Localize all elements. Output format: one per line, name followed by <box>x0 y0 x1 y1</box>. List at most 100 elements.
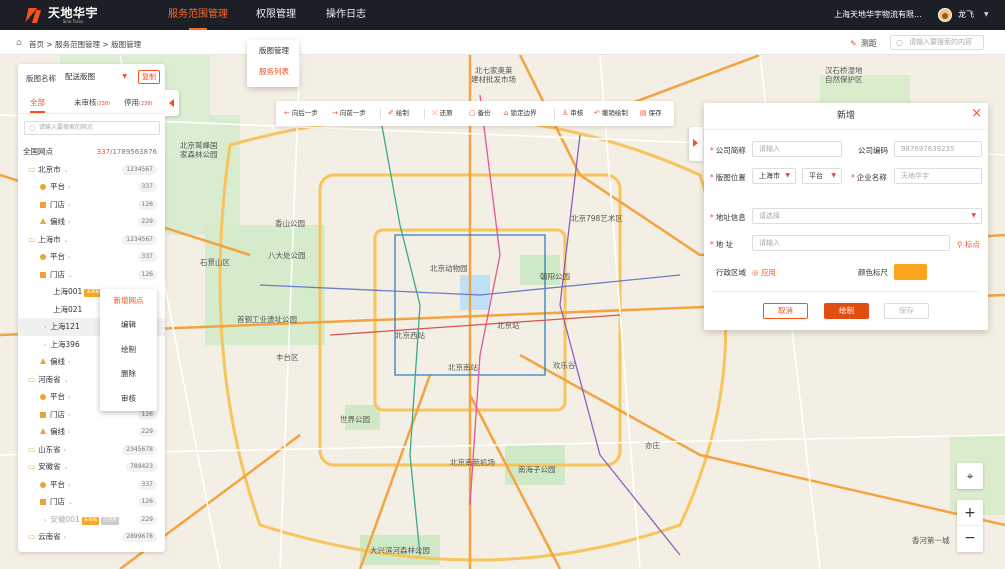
menu-item-delete[interactable]: 删除 <box>100 362 157 386</box>
tree-node-store[interactable]: 门店 ⌄ 126 <box>18 266 165 284</box>
tab-disabled[interactable]: 停用(238) <box>124 97 152 108</box>
collapse-form-button[interactable] <box>689 127 703 161</box>
review-button[interactable]: ♙ 审核 <box>562 101 583 126</box>
username[interactable]: 龙飞 <box>958 0 974 30</box>
close-icon[interactable]: × <box>971 106 982 121</box>
tree-province[interactable]: ▭ 北京市 ⌄ 1234567 <box>18 161 165 179</box>
map-label: 香河第一城 <box>912 536 950 545</box>
backup-button[interactable]: ▢ 备份 <box>469 101 491 126</box>
address-label-text: 地 址 <box>715 240 734 249</box>
outlet-search-input[interactable]: ○ 请输入要搜索的网点 <box>24 121 160 135</box>
tab-all[interactable]: 全部 <box>30 97 45 113</box>
revoke-icon: ↶ <box>594 109 600 117</box>
map-label: 北京动物园 <box>430 264 468 273</box>
redo-button[interactable]: → 向前一步 <box>332 101 366 126</box>
folder-icon: ▭ <box>28 532 36 541</box>
measure-button[interactable]: ✎ 测距 <box>850 38 877 49</box>
menu-item-draw[interactable]: 绘制 <box>100 338 157 362</box>
type-select[interactable]: 平台 ▼ <box>802 168 842 184</box>
tree-node-platform[interactable]: 平台 › 337 <box>18 178 165 196</box>
zoom-controls: + − <box>957 500 983 552</box>
chevron-down-icon[interactable]: ▼ <box>984 0 989 30</box>
tree-node-branch-line[interactable]: 偏线 › 229 <box>18 213 165 231</box>
chevron-down-icon: ⌄ <box>63 464 69 471</box>
copy-button[interactable]: 复制 <box>138 70 160 84</box>
map-label: 自然保护区 <box>825 75 863 84</box>
crosshair-icon: ⌖ <box>966 469 974 483</box>
revoke-draw-button[interactable]: ↶ 撤销绘制 <box>594 101 628 126</box>
address-input[interactable]: 请输入 <box>752 235 950 251</box>
tab-unreviewed[interactable]: 未审核(238) <box>74 97 110 108</box>
home-icon[interactable]: ⌂ <box>16 38 22 48</box>
lock-boundary-button[interactable]: ⌂ 锁定边界 <box>504 101 536 126</box>
enterprise-input[interactable]: 天地华宇 <box>894 168 982 184</box>
status-tabs: 全部 未审核(238) 停用(238) <box>18 94 165 114</box>
tree-outlet-disabled[interactable]: › 安徽001 未审核 已停用 229 <box>18 511 165 529</box>
chevron-right-icon: › <box>44 341 47 349</box>
tab-disabled-count: (238) <box>139 101 153 107</box>
dropdown-item-service-list[interactable]: 服务列表 <box>247 61 299 82</box>
breadcrumb: 首页 > 服务范围管理 > 版图管理 <box>29 40 142 49</box>
avatar[interactable] <box>938 8 952 22</box>
tool-label: 向后一步 <box>291 109 318 117</box>
tree-node-count: 126 <box>137 199 157 210</box>
tree-node-label: 平台 <box>50 182 65 191</box>
menu-item-review[interactable]: 审核 <box>100 387 157 411</box>
map-label: 石景山区 <box>200 258 230 267</box>
map-label: 家森林公园 <box>180 150 218 159</box>
logo[interactable]: 天地华宇 Sino Trans <box>27 4 98 26</box>
undo-button[interactable]: ← 向后一步 <box>284 101 318 126</box>
nav-operation-log[interactable]: 操作日志 <box>326 0 366 30</box>
apply-button[interactable]: ◎ 应用 <box>752 267 776 278</box>
tree-node-label: 上海396 <box>50 339 80 349</box>
branch-line-icon <box>40 428 46 434</box>
tree-node-platform[interactable]: 平台 › 337 <box>18 248 165 266</box>
nav-service-scope[interactable]: 服务范围管理 <box>168 0 228 30</box>
tree-node-count: 229 <box>137 514 157 525</box>
tree-root[interactable]: 全国网点 337/1789563876 <box>18 143 165 161</box>
save-button[interactable]: 保存 <box>884 303 929 319</box>
tree-node-platform[interactable]: 平台 › 337 <box>18 476 165 494</box>
chevron-down-icon: ⌄ <box>68 271 74 279</box>
chevron-right-icon: › <box>44 324 47 331</box>
tree-root-count-active: 337 <box>96 148 111 156</box>
tree-province[interactable]: ▭ 安徽省 ⌄ 789423 <box>18 458 165 476</box>
tree-province[interactable]: ▭ 上海市 ⌄ 1234567 <box>18 231 165 249</box>
map-label: 丰台区 <box>276 353 299 362</box>
locate-me-button[interactable]: ⌖ <box>957 463 983 489</box>
tree-province[interactable]: ▭ 云南省 › 2899678 <box>18 528 165 546</box>
company-code-input[interactable]: 987697639235 <box>894 141 982 157</box>
locate-button[interactable]: ⚲ 标点 <box>957 239 980 250</box>
map-label: 大兴滨河森林公园 <box>370 546 430 555</box>
zoom-out-button[interactable]: − <box>957 526 983 552</box>
save-tool-button[interactable]: ▤ 保存 <box>640 101 662 126</box>
tree-node-store[interactable]: 门店 › 126 <box>18 196 165 214</box>
city-select[interactable]: 上海市 ▼ <box>752 168 796 184</box>
menu-item-add-outlet[interactable]: 新增网点 <box>100 289 157 313</box>
draw-button[interactable]: 绘制 <box>824 303 869 319</box>
toolbar-divider <box>554 109 555 119</box>
map-name-select[interactable]: 配送版图 ▼ <box>65 70 131 84</box>
address-info-label: * 地址信息 <box>710 213 746 222</box>
dropdown-item-map-management[interactable]: 版图管理 <box>247 40 299 61</box>
color-swatch[interactable] <box>894 264 927 280</box>
tree-node-store[interactable]: 门店 ⌄ 126 <box>18 493 165 511</box>
chevron-right-icon: › <box>63 534 66 541</box>
tree-province[interactable]: ▭ 山东省 › 2345678 <box>18 441 165 459</box>
tree-node-label: 平台 <box>50 252 65 261</box>
tree-node-label: 门店 <box>50 199 65 209</box>
tree-node-count: 789423 <box>126 462 157 472</box>
collapse-left-panel-button[interactable] <box>165 90 179 116</box>
nav-permission[interactable]: 权限管理 <box>256 0 296 30</box>
menu-item-edit[interactable]: 编辑 <box>100 313 157 337</box>
tree-node-branch-line[interactable]: 偏线 › 229 <box>18 423 165 441</box>
zoom-in-button[interactable]: + <box>957 500 983 526</box>
company-name[interactable]: 上海天地华宇物流有限... <box>834 0 922 30</box>
top-bar: 天地华宇 Sino Trans 服务范围管理 权限管理 操作日志 上海天地华宇物… <box>0 0 1005 30</box>
search-input[interactable]: ○ 请输入要搜索的内容 <box>890 35 984 50</box>
draw-tool-button[interactable]: ✐ 绘制 <box>388 101 409 126</box>
cancel-button[interactable]: 取消 <box>763 303 808 319</box>
address-info-select[interactable]: 请选择 ▼ <box>752 208 982 224</box>
company-short-input[interactable]: 请输入 <box>752 141 842 157</box>
restore-button[interactable]: ⤫ 还原 <box>432 101 453 126</box>
